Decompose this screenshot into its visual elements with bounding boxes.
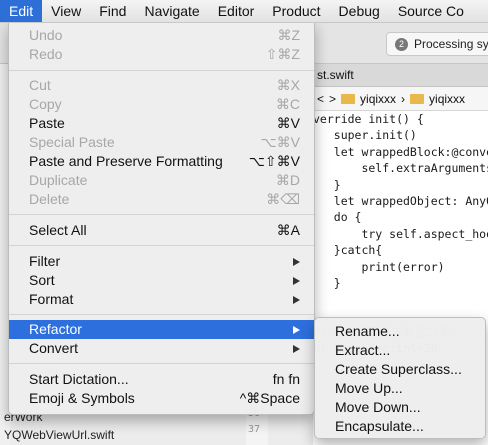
- menu-item-paste[interactable]: Paste ⌘V: [9, 114, 314, 133]
- refactor-submenu: Rename... Extract... Create Superclass..…: [314, 317, 486, 439]
- submenu-arrow-icon: [293, 258, 300, 266]
- menu-item-start-dictation[interactable]: Start Dictation... fn fn: [9, 370, 314, 389]
- menu-item-copy[interactable]: Copy ⌘C: [9, 95, 314, 114]
- code-line: }: [313, 275, 341, 290]
- menu-separator: [9, 363, 314, 364]
- menu-item-format[interactable]: Format: [9, 290, 314, 309]
- folder-icon: [341, 93, 356, 104]
- editor-tab[interactable]: st.swift: [313, 64, 488, 87]
- submenu-arrow-icon: [293, 345, 300, 353]
- code-line: verride init() {: [313, 112, 424, 126]
- submenu-item-rename[interactable]: Rename...: [335, 322, 400, 341]
- code-line: }: [313, 177, 341, 192]
- edit-menu: Undo ⌘Z Redo ⇧⌘Z Cut ⌘X Copy ⌘C Paste ⌘V Spec…: [8, 22, 315, 415]
- menu-find[interactable]: Find: [90, 0, 135, 22]
- menu-bar: Edit View Find Navigate Editor Product D…: [0, 0, 488, 23]
- menu-item-sort[interactable]: Sort: [9, 271, 314, 290]
- submenu-item-create-superclass[interactable]: Create Superclass...: [335, 360, 462, 379]
- submenu-arrow-icon: [293, 326, 300, 334]
- jump-bar: < > yiqixxx › yiqixxx: [313, 87, 488, 111]
- code-line: let wrappedObject: AnyOb: [313, 193, 488, 208]
- chevron-right-icon[interactable]: >: [329, 92, 336, 106]
- status-badge: 2: [395, 37, 408, 51]
- jump-bar-item[interactable]: yiqixxx: [429, 92, 465, 106]
- menu-source-control[interactable]: Source Co: [389, 0, 473, 22]
- code-line: }catch{: [313, 243, 383, 258]
- chevron-right-icon: ›: [401, 91, 406, 106]
- menu-view[interactable]: View: [42, 0, 90, 22]
- code-line: try self.aspect_hook: [313, 226, 488, 241]
- code-line: let wrappedBlock:@conver: [313, 144, 488, 159]
- code-line: self.extraArgumentsD: [313, 161, 488, 176]
- jump-bar-item[interactable]: yiqixxx: [360, 92, 396, 106]
- chevron-left-icon[interactable]: <: [317, 92, 324, 106]
- submenu-arrow-icon: [293, 296, 300, 304]
- menu-separator: [9, 245, 314, 246]
- menu-item-special-paste[interactable]: Special Paste ⌥⌘V: [9, 133, 314, 152]
- menu-navigate[interactable]: Navigate: [135, 0, 208, 22]
- navigator-item[interactable]: YQWebViewUrl.swift: [4, 428, 114, 442]
- submenu-arrow-icon: [293, 277, 300, 285]
- menu-item-cut[interactable]: Cut ⌘X: [9, 76, 314, 95]
- menu-separator: [9, 314, 314, 315]
- menu-edit[interactable]: Edit: [0, 0, 43, 22]
- menu-separator: [9, 70, 314, 71]
- menu-item-refactor[interactable]: Refactor: [9, 320, 314, 339]
- menu-item-select-all[interactable]: Select All ⌘A: [9, 221, 314, 240]
- menu-item-undo[interactable]: Undo ⌘Z: [9, 26, 314, 45]
- menu-editor[interactable]: Editor: [209, 0, 264, 22]
- activity-status: 2 Processing sy: [386, 32, 488, 56]
- code-line: print(error): [313, 259, 445, 274]
- menu-item-filter[interactable]: Filter: [9, 252, 314, 271]
- submenu-item-move-down[interactable]: Move Down...: [335, 398, 421, 417]
- status-text: Processing sy: [414, 37, 488, 51]
- code-line: do {: [313, 210, 362, 225]
- code-line: super.init(): [313, 128, 417, 143]
- menu-debug[interactable]: Debug: [330, 0, 389, 22]
- menu-separator: [9, 214, 314, 215]
- submenu-item-move-up[interactable]: Move Up...: [335, 379, 403, 398]
- submenu-item-encapsulate[interactable]: Encapsulate...: [335, 417, 424, 436]
- menu-item-duplicate[interactable]: Duplicate ⌘D: [9, 171, 314, 190]
- menu-item-redo[interactable]: Redo ⇧⌘Z: [9, 45, 314, 64]
- menu-item-paste-preserve-formatting[interactable]: Paste and Preserve Formatting ⌥⇧⌘V: [9, 152, 314, 171]
- line-number: 37: [248, 424, 261, 435]
- menu-product[interactable]: Product: [263, 0, 329, 22]
- editor-tab-title: st.swift: [317, 68, 354, 82]
- menu-item-convert[interactable]: Convert: [9, 339, 314, 358]
- folder-icon: [410, 93, 425, 104]
- menu-item-delete[interactable]: Delete ⌘⌫: [9, 190, 314, 209]
- menu-item-emoji-symbols[interactable]: Emoji & Symbols ^⌘Space: [9, 389, 314, 408]
- submenu-item-extract[interactable]: Extract...: [335, 341, 390, 360]
